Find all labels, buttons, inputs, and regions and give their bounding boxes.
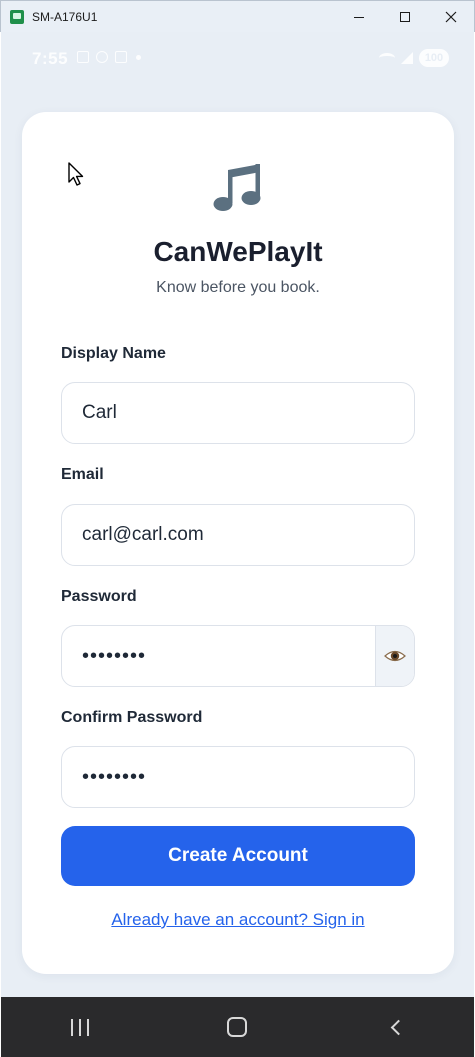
password-label: Password [61, 588, 137, 605]
notification-dot-icon [136, 54, 141, 60]
recents-icon [70, 1018, 89, 1036]
minimize-icon [354, 16, 364, 18]
signup-card: CanWePlayIt Know before you book. Displa… [22, 112, 454, 974]
maximize-button[interactable] [382, 1, 428, 33]
display-name-value: Carl [82, 402, 117, 423]
confirm-password-value: •••••••• [82, 765, 147, 788]
android-nav-bar [1, 997, 474, 1057]
window-title-bar: SM-A176U1 [0, 0, 475, 32]
battery-level: 100 [424, 52, 444, 64]
battery-icon: 100 [419, 49, 449, 67]
maximize-icon [400, 12, 410, 22]
music-note-icon [213, 164, 261, 211]
display-name-label: Display Name [61, 345, 166, 362]
back-icon [390, 1019, 406, 1035]
create-account-button[interactable]: Create Account [61, 826, 415, 886]
email-value: carl@carl.com [82, 524, 204, 545]
eye-icon [384, 650, 406, 662]
signal-icon [401, 52, 413, 64]
email-label: Email [61, 466, 104, 483]
show-password-toggle[interactable] [375, 626, 414, 686]
minimize-button[interactable] [336, 1, 382, 33]
app-tagline: Know before you book. [156, 279, 320, 296]
mouse-pointer-icon [68, 162, 84, 186]
status-bar: 7:55 100 [1, 32, 474, 87]
wifi-icon [379, 53, 395, 63]
home-button[interactable] [207, 1007, 267, 1047]
status-time: 7:55 [32, 49, 69, 68]
system-status-icons: 100 [379, 49, 449, 67]
password-field[interactable]: •••••••• [61, 625, 415, 687]
home-icon [227, 1017, 248, 1037]
app-window-icon [10, 9, 24, 24]
sign-in-link[interactable]: Already have an account? Sign in [22, 910, 454, 930]
close-icon [445, 11, 457, 23]
notification-icon [77, 51, 89, 63]
phone-screen: 7:55 100 CanWePlayIt Know before you boo… [1, 32, 474, 997]
email-field[interactable]: carl@carl.com [61, 504, 415, 566]
back-button[interactable] [365, 1007, 425, 1047]
password-value: •••••••• [82, 644, 147, 667]
window-controls [336, 1, 474, 33]
app-title: CanWePlayIt [153, 236, 323, 267]
cast-icon [115, 51, 127, 63]
settings-icon [96, 51, 108, 63]
display-name-field[interactable]: Carl [61, 382, 415, 444]
close-button[interactable] [428, 1, 474, 33]
recents-button[interactable] [50, 1007, 110, 1047]
notification-icons [77, 51, 141, 63]
confirm-password-label: Confirm Password [61, 709, 203, 726]
window-title: SM-A176U1 [32, 9, 98, 24]
confirm-password-field[interactable]: •••••••• [61, 746, 415, 808]
